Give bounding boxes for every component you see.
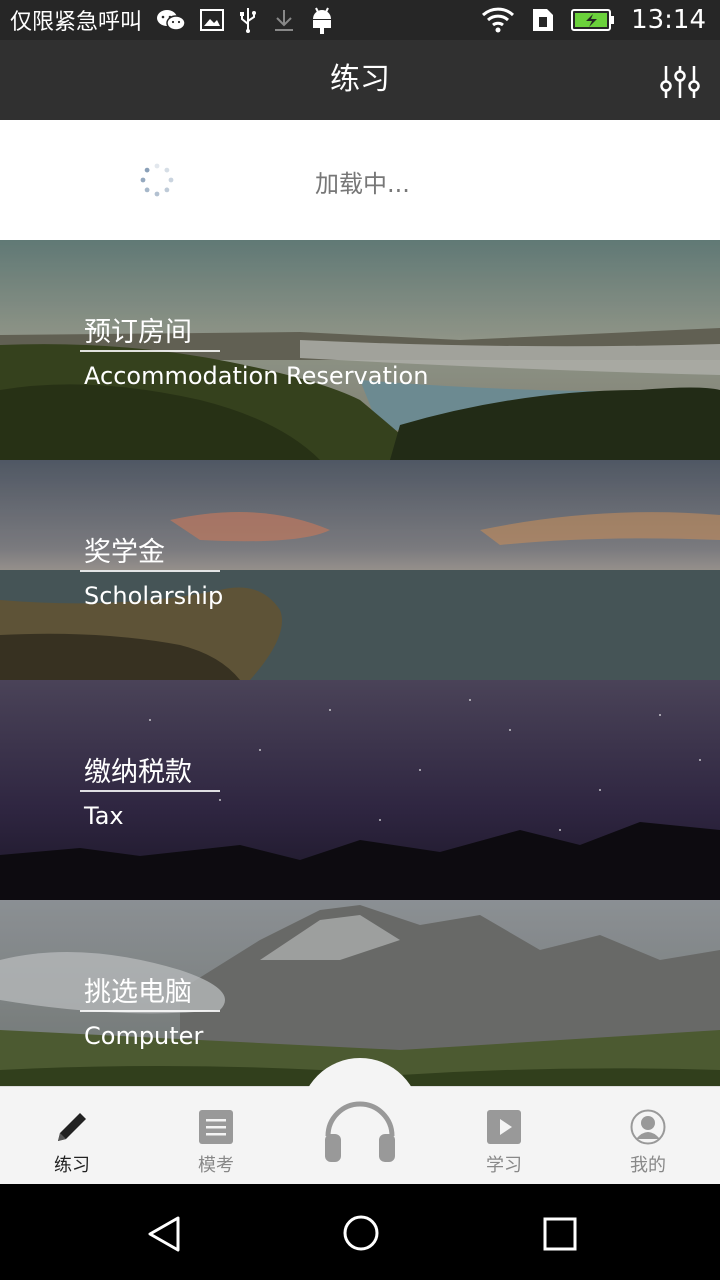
app-bar: 练习 <box>0 40 720 120</box>
listen-button[interactable] <box>300 1058 420 1178</box>
headphones-icon <box>325 1101 395 1162</box>
back-icon[interactable] <box>144 1214 184 1254</box>
card-divider <box>80 790 220 792</box>
card-title-zh: 预订房间 <box>84 317 192 348</box>
android-icon <box>310 5 334 35</box>
card-divider <box>80 1010 220 1012</box>
document-icon <box>199 1110 233 1144</box>
spinner-icon <box>140 163 174 197</box>
tab-profile[interactable]: 我的 <box>576 1087 720 1185</box>
status-bar: 仅限紧急呼叫 13:14 <box>0 0 720 40</box>
card-title-zh: 挑选电脑 <box>84 977 192 1008</box>
wechat-icon <box>156 8 186 32</box>
download-icon <box>272 8 296 32</box>
sliders-icon <box>660 66 700 98</box>
tab-label: 模考 <box>198 1155 234 1176</box>
tab-label: 练习 <box>54 1155 90 1176</box>
wifi-icon <box>481 7 515 33</box>
usb-icon <box>238 7 258 33</box>
card-divider <box>80 570 220 572</box>
status-right: 13:14 <box>481 0 706 40</box>
filter-button[interactable] <box>660 64 700 100</box>
card-title-zh: 缴纳税款 <box>84 757 192 788</box>
carrier-text: 仅限紧急呼叫 <box>10 10 143 35</box>
image-icon <box>200 9 225 31</box>
tab-practice[interactable]: 练习 <box>0 1087 144 1185</box>
status-left: 仅限紧急呼叫 <box>10 0 334 40</box>
card-accommodation[interactable]: 预订房间 Accommodation Reservation <box>0 240 720 460</box>
tab-label: 学习 <box>486 1155 522 1176</box>
home-icon[interactable] <box>342 1214 380 1252</box>
tab-study[interactable]: 学习 <box>432 1087 576 1185</box>
card-title-en: Computer <box>84 1022 204 1050</box>
user-icon <box>630 1109 666 1145</box>
card-tax[interactable]: 缴纳税款 Tax <box>0 680 720 900</box>
card-divider <box>80 350 220 352</box>
battery-charging-icon <box>571 9 615 31</box>
sim-card-icon <box>531 7 555 33</box>
tab-label: 我的 <box>630 1155 666 1176</box>
loading-text: 加载中... <box>315 170 410 198</box>
tab-mock-exam[interactable]: 模考 <box>144 1087 288 1185</box>
recents-icon[interactable] <box>542 1216 578 1252</box>
page-title: 练习 <box>330 62 390 97</box>
navigation-bar <box>0 1184 720 1280</box>
card-title-zh: 奖学金 <box>84 537 165 568</box>
card-title-en: Scholarship <box>84 582 224 610</box>
pencil-icon <box>58 1113 86 1141</box>
card-title-en: Accommodation Reservation <box>84 362 429 390</box>
clock: 13:14 <box>631 5 706 35</box>
play-icon <box>487 1110 521 1144</box>
card-title-en: Tax <box>84 802 124 830</box>
card-scholarship[interactable]: 奖学金 Scholarship <box>0 460 720 680</box>
